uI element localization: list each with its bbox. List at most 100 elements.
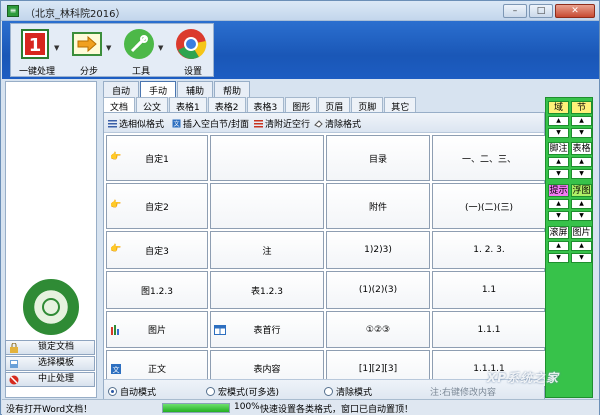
tab-table1[interactable]: 表格1 — [169, 97, 207, 113]
down-arrow-icon[interactable]: ▼ — [548, 128, 569, 138]
step-label: 分步 — [79, 67, 98, 77]
format-cell-full-paren[interactable]: (1)(2)(3) — [326, 271, 430, 309]
down-arrow-icon[interactable]: ▼ — [571, 169, 592, 179]
lock-document-button[interactable]: 锁定文档 — [5, 340, 95, 355]
title-bar[interactable]: ≡ （北京_林科院2016） – □ ✕ — [1, 1, 599, 21]
document-icon: 文 — [172, 119, 181, 128]
format-cell-toc[interactable]: 目录 — [326, 135, 430, 181]
cell-label: 附件 — [368, 202, 387, 213]
progress-bar — [162, 403, 230, 413]
macro-mode-radio[interactable]: 宏模式(可多选) — [206, 385, 279, 398]
up-arrow-icon[interactable]: ▲ — [548, 116, 569, 126]
tools-icon — [124, 29, 154, 59]
cell-label: 1.1 — [481, 285, 497, 295]
select-similar-label: 选相似格式 — [119, 120, 165, 130]
format-cell-custom2[interactable]: 👉 自定2 — [106, 183, 208, 229]
float-image-label[interactable]: 浮图 — [571, 184, 592, 197]
tab-document[interactable]: 文档 — [103, 97, 136, 113]
up-arrow-icon[interactable]: ▲ — [548, 157, 569, 167]
up-arrow-icon[interactable]: ▲ — [571, 199, 592, 209]
insert-blank-section-button[interactable]: 文 插入空白节/封面 — [172, 117, 249, 130]
tab-footer[interactable]: 页脚 — [351, 97, 384, 113]
clear-mode-radio[interactable]: 清除模式 — [324, 385, 372, 398]
format-cell-picture[interactable]: 图片 — [106, 311, 208, 348]
format-cell-num-paren[interactable]: 1)2)3) — [326, 231, 430, 269]
format-cell-level3[interactable]: 1.1.1 — [432, 311, 546, 348]
format-cell-figure-num[interactable]: 图1.2.3 — [106, 271, 208, 309]
pointing-hand-icon: 👉 — [110, 152, 122, 162]
section-label[interactable]: 节 — [571, 101, 592, 114]
select-similar-button[interactable]: 选相似格式 — [108, 117, 164, 130]
chevron-down-icon[interactable]: ▼ — [54, 44, 59, 52]
rp-group-footnote-table: 脚注 表格 — [548, 142, 592, 155]
format-cell-attachment[interactable]: 附件 — [326, 183, 430, 229]
one-key-process-button[interactable]: 1 ▼ 一键处理 — [15, 26, 59, 77]
format-cell-num-dot[interactable]: 1. 2. 3. — [432, 231, 546, 269]
format-cell-heading-cn[interactable]: 一、二、三、 — [432, 135, 546, 181]
format-cell-table-num[interactable]: 表1.2.3 — [210, 271, 324, 309]
status-text: 没有打开Word文档！ — [6, 405, 93, 415]
clear-format-button[interactable]: 清除格式 — [314, 117, 361, 130]
clear-blank-lines-label: 清附近空行 — [265, 120, 311, 130]
format-cell-circled[interactable]: ①②③ — [326, 311, 430, 348]
settings-button[interactable]: 设置 — [171, 26, 213, 77]
format-cell-empty2[interactable] — [210, 183, 324, 229]
tab-help[interactable]: 帮助 — [214, 81, 251, 97]
format-cell-custom3[interactable]: 👉 自定3 — [106, 231, 208, 269]
up-arrow-icon[interactable]: ▲ — [571, 116, 592, 126]
clear-blank-lines-button[interactable]: 清附近空行 — [254, 117, 310, 130]
maximize-button[interactable]: □ — [529, 4, 553, 18]
footnote-label[interactable]: 脚注 — [548, 142, 569, 155]
up-arrow-icon[interactable]: ▲ — [548, 199, 569, 209]
down-arrow-icon[interactable]: ▼ — [548, 253, 569, 263]
tab-manual[interactable]: 手动 — [140, 81, 177, 97]
format-cell-note[interactable]: 注 — [210, 231, 324, 269]
up-arrow-icon[interactable]: ▲ — [548, 241, 569, 251]
field-label[interactable]: 域 — [548, 101, 569, 114]
tab-table3[interactable]: 表格3 — [246, 97, 285, 113]
format-cell-table-header[interactable]: 表首行 — [210, 311, 324, 348]
table-label[interactable]: 表格 — [571, 142, 592, 155]
up-arrow-icon[interactable]: ▲ — [571, 241, 592, 251]
status-message: 快速设置各类格式，窗口已自动置顶！ — [260, 405, 414, 415]
number-one-icon: 1 — [21, 29, 49, 59]
abort-process-button[interactable]: 中止处理 — [5, 372, 95, 387]
stop-icon — [9, 375, 19, 385]
picture-icon — [111, 324, 119, 335]
tab-auto[interactable]: 自动 — [103, 81, 140, 97]
down-arrow-icon[interactable]: ▼ — [548, 211, 569, 221]
one-key-label: 一键处理 — [18, 67, 55, 77]
minimize-button[interactable]: – — [503, 4, 527, 18]
cell-label: 自定1 — [145, 154, 169, 165]
format-cell-paren-cn[interactable]: (一)(二)(三) — [432, 183, 546, 229]
tab-header[interactable]: 页眉 — [318, 97, 351, 113]
chevron-down-icon[interactable]: ▼ — [106, 44, 111, 52]
picture-label[interactable]: 图片 — [571, 226, 592, 239]
scroll-label[interactable]: 滚屏 — [548, 226, 569, 239]
format-cell-level2[interactable]: 1.1 — [432, 271, 546, 309]
tab-other[interactable]: 其它 — [384, 97, 417, 113]
tip-label[interactable]: 提示 — [548, 184, 569, 197]
down-arrow-icon[interactable]: ▼ — [571, 128, 592, 138]
tab-table2[interactable]: 表格2 — [207, 97, 246, 113]
step-button[interactable]: ▼ 分步 — [67, 26, 111, 77]
tab-graphics[interactable]: 图形 — [285, 97, 318, 113]
tools-button[interactable]: ▼ 工具 — [119, 26, 163, 77]
format-cell-custom1[interactable]: 👉 自定1 — [106, 135, 208, 181]
chrome-icon — [176, 29, 207, 59]
cell-label: 表首行 — [253, 326, 281, 336]
down-arrow-icon[interactable]: ▼ — [548, 169, 569, 179]
up-arrow-icon[interactable]: ▲ — [571, 157, 592, 167]
format-cell-empty1[interactable] — [210, 135, 324, 181]
select-template-button[interactable]: 选择模板 — [5, 356, 95, 371]
close-button[interactable]: ✕ — [555, 4, 595, 18]
chevron-down-icon[interactable]: ▼ — [158, 44, 163, 52]
down-arrow-icon[interactable]: ▼ — [571, 211, 592, 221]
auto-mode-radio[interactable]: 自动模式 — [108, 385, 156, 398]
cell-label: [1][2][3] — [358, 363, 398, 374]
select-template-label: 选择模板 — [37, 358, 74, 368]
tab-assist[interactable]: 辅助 — [177, 81, 214, 97]
tab-official[interactable]: 公文 — [136, 97, 169, 113]
down-arrow-icon[interactable]: ▼ — [571, 253, 592, 263]
cell-label: 自定2 — [145, 202, 169, 213]
